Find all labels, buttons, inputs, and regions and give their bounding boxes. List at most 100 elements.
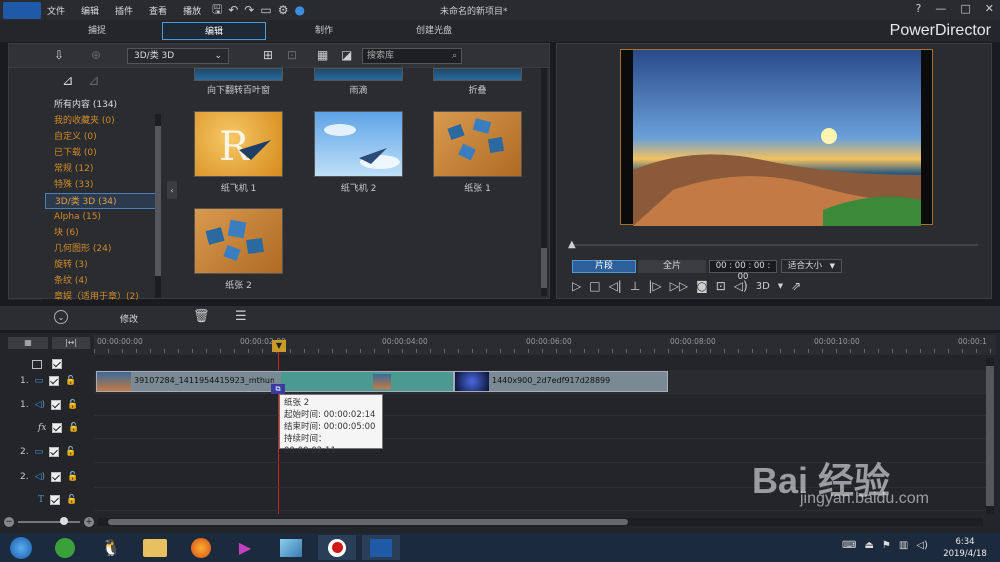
keyboard-icon[interactable]: ⌨	[842, 540, 856, 551]
library-search[interactable]: 搜索库 ⌕	[362, 48, 462, 64]
scrubber-handle-icon[interactable]: ▲	[568, 239, 576, 250]
help-button[interactable]: ?	[916, 2, 922, 15]
modify-button[interactable]: 修改	[120, 312, 138, 325]
grid-view-icon[interactable]: ▦	[317, 48, 328, 62]
lock-icon[interactable]: 🔓	[65, 376, 76, 386]
track-enable-checkbox[interactable]	[49, 376, 60, 386]
track-enable-checkbox[interactable]	[51, 400, 62, 410]
category-item[interactable]: 条纹 (4)	[45, 273, 157, 289]
thumbnail-blinds[interactable]	[194, 68, 283, 81]
network-icon[interactable]: ▥	[899, 540, 908, 551]
stop-icon[interactable]: □	[589, 279, 600, 293]
thumbnail-raindrop[interactable]	[314, 68, 403, 81]
fit-timeline-icon[interactable]: |↔|	[52, 337, 90, 349]
taskbar-app[interactable]: 🐧	[92, 535, 130, 560]
thumbnail-fold[interactable]	[433, 68, 522, 81]
zoom-in-icon[interactable]: +	[84, 517, 94, 527]
capture-icon[interactable]: ▭	[260, 3, 271, 17]
maximize-button[interactable]: □	[960, 2, 970, 15]
start-button[interactable]	[2, 535, 40, 560]
category-item[interactable]: 自定义 (0)	[45, 129, 157, 145]
preview-scrubber[interactable]	[570, 244, 978, 246]
add-to-timeline-icon[interactable]: ⊞	[263, 48, 273, 62]
thumbnail-paper-1[interactable]	[433, 111, 522, 177]
import-icon[interactable]: ⇩	[54, 48, 64, 62]
search-input[interactable]: 搜索库	[367, 51, 394, 61]
thumbnail-size-icon[interactable]: ◪	[341, 48, 352, 62]
lock-icon[interactable]: 🔓	[67, 472, 78, 482]
audio-track-1[interactable]	[94, 394, 986, 416]
undock-icon[interactable]: ⇗	[791, 279, 801, 293]
track-enable-checkbox[interactable]	[50, 495, 61, 505]
taskbar-app[interactable]: ▶	[226, 535, 264, 560]
playhead-handle-icon[interactable]: ▼	[272, 340, 286, 352]
fast-forward-icon[interactable]: ▷▷	[670, 279, 688, 293]
category-item[interactable]: 我的收藏夹 (0)	[45, 113, 157, 129]
category-item[interactable]: 几何图形 (24)	[45, 241, 157, 257]
category-item-selected[interactable]: 3D/类 3D (34)	[45, 193, 157, 209]
lock-icon[interactable]: 🔓	[66, 495, 77, 505]
snapshot-icon[interactable]: ◙	[696, 279, 708, 293]
track-manager-icon[interactable]: ▦	[8, 337, 48, 349]
chevron-down-icon[interactable]: ⌄	[54, 310, 68, 324]
lock-icon[interactable]: 🔓	[65, 447, 76, 457]
fx-track[interactable]	[94, 417, 986, 439]
tab-edit[interactable]: 编辑	[162, 22, 266, 40]
select-all-checkbox-icon[interactable]	[32, 359, 42, 369]
add-to-favorites-icon[interactable]: ⊡	[287, 48, 297, 62]
collapse-panel-icon[interactable]: ‹	[167, 181, 177, 199]
taskbar-app[interactable]	[362, 535, 400, 560]
menu-view[interactable]: 查看	[149, 4, 167, 17]
taskbar-app[interactable]	[182, 535, 220, 560]
minimize-button[interactable]: —	[935, 2, 946, 15]
tab-create-disc[interactable]: 创建光盘	[382, 22, 486, 40]
close-button[interactable]: ✕	[985, 2, 994, 15]
account-icon[interactable]: ●	[294, 3, 304, 17]
category-item[interactable]: 块 (6)	[45, 225, 157, 241]
delete-icon[interactable]: 🗑	[193, 309, 210, 324]
category-item[interactable]: 所有内容 (134)	[45, 97, 157, 113]
timecode-display[interactable]: 00 : 00 : 00 : 00	[709, 260, 777, 282]
edit-list-icon[interactable]: ☰	[235, 309, 247, 324]
enable-all-checkbox[interactable]	[52, 359, 62, 369]
web-icon[interactable]: ⊕	[91, 48, 101, 62]
thumbnail-scrollbar[interactable]	[541, 68, 547, 296]
tag-add-icon[interactable]: ⊿	[62, 73, 74, 89]
thumbnail-paper-plane-2[interactable]	[314, 111, 403, 177]
tab-capture[interactable]: 捕捉	[45, 22, 149, 40]
split-icon[interactable]: ⊥	[630, 279, 640, 293]
track-enable-checkbox[interactable]	[49, 447, 60, 457]
menu-edit[interactable]: 编辑	[81, 4, 99, 17]
category-item[interactable]: 特殊 (33)	[45, 177, 157, 193]
zoom-slider[interactable]	[18, 517, 80, 525]
zoom-out-icon[interactable]: −	[4, 517, 14, 527]
category-scrollbar[interactable]	[155, 114, 161, 298]
clock[interactable]: 6:34 2019/4/18	[940, 536, 990, 560]
play-icon[interactable]: ▷	[572, 279, 581, 293]
caret-down-icon[interactable]: ▼	[778, 282, 783, 290]
tab-movie[interactable]: 全片	[638, 260, 706, 273]
volume-tray-icon[interactable]: ◁)	[916, 540, 928, 551]
search-icon[interactable]: ⌕	[452, 49, 457, 63]
category-item[interactable]: Alpha (15)	[45, 209, 157, 225]
track-enable-checkbox[interactable]	[51, 472, 62, 482]
tab-produce[interactable]: 制作	[272, 22, 376, 40]
timeline-clip[interactable]: 1440x900_2d7edf917d28899	[454, 371, 668, 392]
fullscreen-icon[interactable]: ⊡	[716, 279, 726, 293]
flag-icon[interactable]: ⚑	[882, 540, 891, 551]
menu-play[interactable]: 播放	[183, 4, 201, 17]
category-item[interactable]: 常规 (12)	[45, 161, 157, 177]
zoom-dropdown[interactable]: 适合大小 ▼	[781, 259, 842, 273]
timeline-vertical-scrollbar[interactable]	[986, 358, 994, 514]
taskbar-app[interactable]	[136, 535, 174, 560]
menu-file[interactable]: 文件	[47, 4, 65, 17]
tag-remove-icon[interactable]: ⊿	[88, 73, 100, 89]
settings-icon[interactable]: ⚙	[278, 3, 289, 17]
transition-marker-icon[interactable]: ⧉	[271, 384, 285, 394]
undo-icon[interactable]: ↶	[228, 3, 238, 17]
lock-icon[interactable]: 🔓	[67, 400, 78, 410]
category-item[interactable]: 旋转 (3)	[45, 257, 157, 273]
thumbnail-paper-plane-1[interactable]: R	[194, 111, 283, 177]
tab-clip[interactable]: 片段	[572, 260, 636, 273]
category-dropdown[interactable]: 3D/类 3D ⌄	[127, 48, 229, 64]
